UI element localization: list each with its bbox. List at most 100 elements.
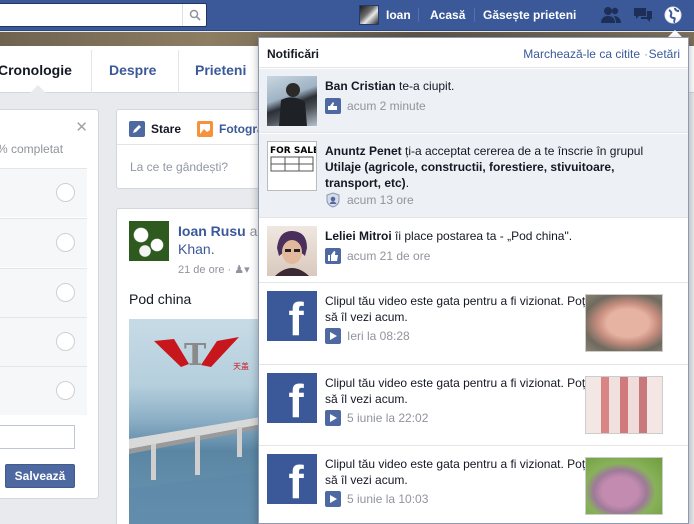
step-circle-icon	[56, 283, 75, 302]
notification-item[interactable]: f Clipul tău video este gata pentru a fi…	[259, 284, 688, 365]
notification-item[interactable]: FOR SALE Anuntz Penet ți-a acceptat cere…	[259, 134, 688, 218]
completion-step[interactable]	[0, 317, 87, 366]
globe-icon	[664, 6, 682, 24]
notification-time: acum 13 ore	[347, 193, 414, 207]
search-icon	[189, 9, 201, 21]
notification-avatar	[267, 226, 317, 276]
notification-actor: Leliei Mitroi	[325, 229, 392, 243]
video-thumbnail[interactable]	[585, 376, 663, 434]
completion-step[interactable]	[0, 168, 87, 217]
video-icon	[325, 491, 341, 507]
post-time: 21 de ore	[178, 264, 225, 276]
tab-status[interactable]: Stare	[129, 121, 181, 137]
tab-status-label: Stare	[151, 122, 182, 136]
notification-item[interactable]: f Clipul tău video este gata pentru a fi…	[259, 366, 688, 446]
post-author-avatar[interactable]	[129, 221, 169, 261]
notifications-title: Notificări	[267, 47, 320, 61]
tab-friends[interactable]: Prieteni	[195, 62, 246, 78]
tab-photo[interactable]: Fotogra	[197, 121, 264, 137]
home-link[interactable]: Acasă	[430, 8, 465, 22]
poke-icon	[325, 98, 341, 114]
notification-settings-link[interactable]: Setări	[649, 47, 680, 61]
notification-message: te-a ciupit.	[395, 79, 455, 93]
notification-meta: 5 iunie la 10:03	[325, 491, 428, 507]
notification-avatar	[267, 76, 317, 126]
profile-link[interactable]: Ioan	[359, 5, 411, 25]
active-tab-caret	[30, 85, 46, 93]
notification-text: Clipul tău video este gata pentru a fi v…	[325, 294, 588, 324]
notification-meta: acum 13 ore	[325, 192, 414, 208]
messages-icon	[634, 8, 652, 22]
post-author-name[interactable]: Ioan Rusu	[178, 223, 246, 239]
friend-requests-button[interactable]	[600, 5, 622, 25]
tab-divider	[91, 50, 92, 93]
timeline-post: Ioan Rusu a Khan. 21 de ore · ♟▾ Pod chi…	[116, 208, 276, 524]
post-image[interactable]: T 天盖	[129, 319, 275, 524]
notification-text: Ban Cristian te-a ciupit.	[325, 78, 595, 94]
post-author-rest: a	[249, 223, 258, 239]
profile-completion-box: ✕ % completat Salvează	[0, 109, 99, 499]
find-friends-link[interactable]: Găsește prieteni	[483, 8, 576, 22]
mark-all-read-link[interactable]: Marchează-le ca citite	[523, 47, 640, 61]
notification-item[interactable]: Ban Cristian te-a ciupit. acum 2 minute	[259, 69, 688, 133]
notification-actor: Ban Cristian	[325, 79, 396, 93]
close-icon[interactable]: ✕	[75, 118, 88, 136]
svg-text:T: T	[184, 338, 207, 373]
person-photo	[279, 83, 307, 126]
tab-about[interactable]: Despre	[109, 62, 156, 78]
for-sale-sign-icon: FOR SALE	[270, 146, 319, 172]
notification-text: Clipul tău video este gata pentru a fi v…	[325, 376, 588, 406]
notification-meta: acum 21 de ore	[325, 248, 430, 264]
step-circle-icon	[56, 183, 75, 202]
search-input[interactable]	[0, 3, 207, 27]
composer-input[interactable]: La ce te gândești?	[130, 160, 228, 174]
step-circle-icon	[56, 381, 75, 400]
dropdown-caret	[668, 30, 682, 37]
notification-time: acum 2 minute	[347, 99, 426, 113]
search-button[interactable]	[182, 4, 206, 26]
completion-step[interactable]	[0, 218, 87, 267]
completion-step[interactable]	[0, 268, 87, 317]
post-author[interactable]: Ioan Rusu a	[178, 223, 257, 239]
nav-divider	[418, 8, 419, 22]
top-bar: Ioan Acasă Găsește prieteni	[0, 0, 694, 31]
post-tagged-link[interactable]: Khan.	[178, 241, 215, 257]
notification-meta: Ieri la 08:28	[325, 328, 410, 344]
status-composer: Stare Fotogra La ce te gândești?	[116, 109, 276, 189]
facebook-logo-icon: f	[267, 291, 317, 341]
composer-tabs: Stare Fotogra	[117, 110, 275, 145]
user-name: Ioan	[386, 8, 411, 22]
post-timestamp[interactable]: 21 de ore · ♟▾	[178, 263, 250, 276]
notification-text: Leliei Mitroi îi place postarea ta - „Po…	[325, 228, 655, 244]
notification-meta: acum 2 minute	[325, 98, 426, 114]
photo-icon	[197, 121, 213, 137]
person-photo	[275, 230, 309, 276]
bridge-image: T 天盖	[129, 337, 275, 524]
pencil-icon	[129, 121, 145, 137]
notifications-button[interactable]	[662, 5, 684, 25]
messages-button[interactable]	[632, 5, 654, 25]
notification-time: Ieri la 08:28	[347, 329, 410, 343]
notification-text: Anuntz Penet ți-a acceptat cererea de a …	[325, 143, 655, 191]
notification-message: îi place postarea ta - „Pod china".	[391, 229, 573, 243]
completion-step[interactable]	[0, 366, 87, 415]
facebook-logo-icon: f	[267, 373, 317, 423]
notification-item[interactable]: f Clipul tău video este gata pentru a fi…	[259, 447, 688, 524]
tab-timeline[interactable]: Cronologie	[0, 62, 72, 78]
friends-icon	[601, 7, 621, 23]
video-thumbnail[interactable]	[585, 294, 663, 352]
tab-divider	[178, 50, 179, 93]
video-icon	[325, 328, 341, 344]
notification-actor: Anuntz Penet	[325, 144, 402, 158]
group-shield-icon	[326, 192, 340, 208]
video-thumbnail[interactable]	[585, 457, 663, 515]
notification-time: 5 iunie la 22:02	[347, 411, 429, 425]
notification-item[interactable]: Leliei Mitroi îi place postarea ta - „Po…	[259, 219, 688, 283]
svg-text:FOR SALE: FOR SALE	[270, 146, 316, 156]
nav-divider	[474, 8, 475, 22]
notifications-header: Notificări Marchează-le ca citite · Setă…	[259, 38, 688, 68]
step-circle-icon	[56, 233, 75, 252]
save-button[interactable]: Salvează	[5, 464, 75, 488]
profile-info-input[interactable]	[0, 425, 75, 449]
svg-text:天盖: 天盖	[233, 361, 249, 371]
